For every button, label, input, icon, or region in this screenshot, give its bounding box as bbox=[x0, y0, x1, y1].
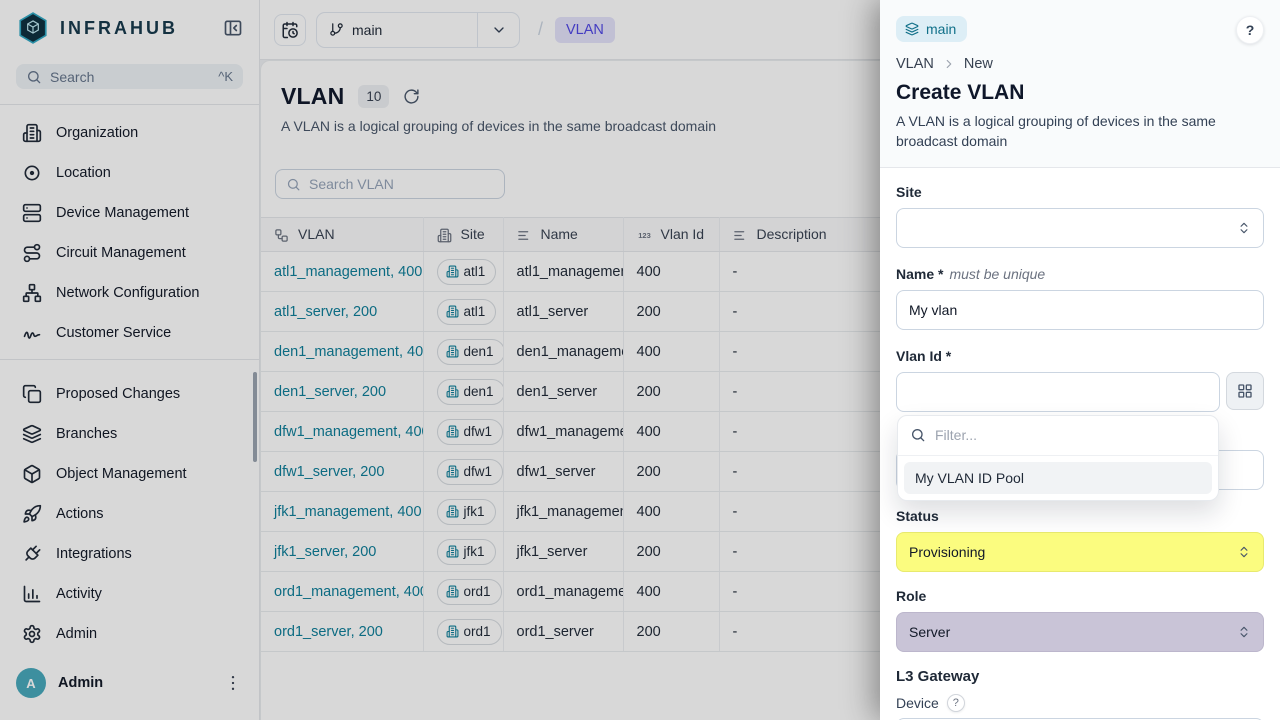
name-input[interactable]: My vlan bbox=[896, 290, 1264, 330]
pool-option[interactable]: My VLAN ID Pool bbox=[904, 462, 1212, 494]
chevrons-up-down-icon bbox=[1237, 545, 1251, 559]
pool-option-list: My VLAN ID Pool bbox=[898, 456, 1218, 500]
vlan-id-input[interactable] bbox=[896, 372, 1220, 412]
drawer-backdrop[interactable] bbox=[0, 0, 880, 720]
role-select[interactable]: Server bbox=[896, 612, 1264, 652]
breadcrumb-parent[interactable]: VLAN bbox=[896, 56, 934, 72]
drawer-title: Create VLAN bbox=[896, 81, 1264, 105]
pool-dropdown: Filter... My VLAN ID Pool bbox=[897, 415, 1219, 501]
help-button[interactable]: ? bbox=[1236, 16, 1264, 44]
site-select[interactable] bbox=[896, 208, 1264, 248]
drawer-description: A VLAN is a logical grouping of devices … bbox=[896, 111, 1246, 152]
name-label: Name * must be unique bbox=[896, 266, 1264, 282]
device-help-badge[interactable]: ? bbox=[947, 694, 965, 712]
chevrons-up-down-icon bbox=[1237, 221, 1251, 235]
status-value: Provisioning bbox=[909, 544, 985, 560]
chevrons-up-down-icon bbox=[1237, 625, 1251, 639]
role-value: Server bbox=[909, 624, 950, 640]
vlan-id-label: Vlan Id * bbox=[896, 348, 1264, 364]
status-select[interactable]: Provisioning bbox=[896, 532, 1264, 572]
search-icon bbox=[910, 427, 926, 443]
l3-gateway-heading: L3 Gateway bbox=[896, 668, 1264, 685]
create-vlan-drawer: main ? VLAN New Create VLAN A VLAN is a … bbox=[880, 0, 1280, 720]
site-label: Site bbox=[896, 184, 1264, 200]
drawer-header: main ? VLAN New Create VLAN A VLAN is a … bbox=[880, 0, 1280, 168]
drawer-form: Site Name * must be unique My vlan Vlan … bbox=[880, 168, 1280, 720]
name-hint: must be unique bbox=[949, 266, 1045, 282]
status-label: Status bbox=[896, 508, 1264, 524]
pool-filter-input[interactable]: Filter... bbox=[898, 416, 1218, 456]
device-label: Device bbox=[896, 695, 939, 711]
chevron-right-icon bbox=[942, 57, 956, 71]
drawer-breadcrumb: VLAN New bbox=[896, 56, 1264, 72]
role-label: Role bbox=[896, 588, 1264, 604]
grid-icon bbox=[1237, 383, 1253, 399]
breadcrumb-current: New bbox=[964, 56, 993, 72]
branch-badge[interactable]: main bbox=[896, 16, 967, 42]
layers-icon bbox=[905, 22, 919, 36]
pool-selector-button[interactable] bbox=[1226, 372, 1264, 410]
pool-filter-placeholder: Filter... bbox=[935, 427, 977, 443]
